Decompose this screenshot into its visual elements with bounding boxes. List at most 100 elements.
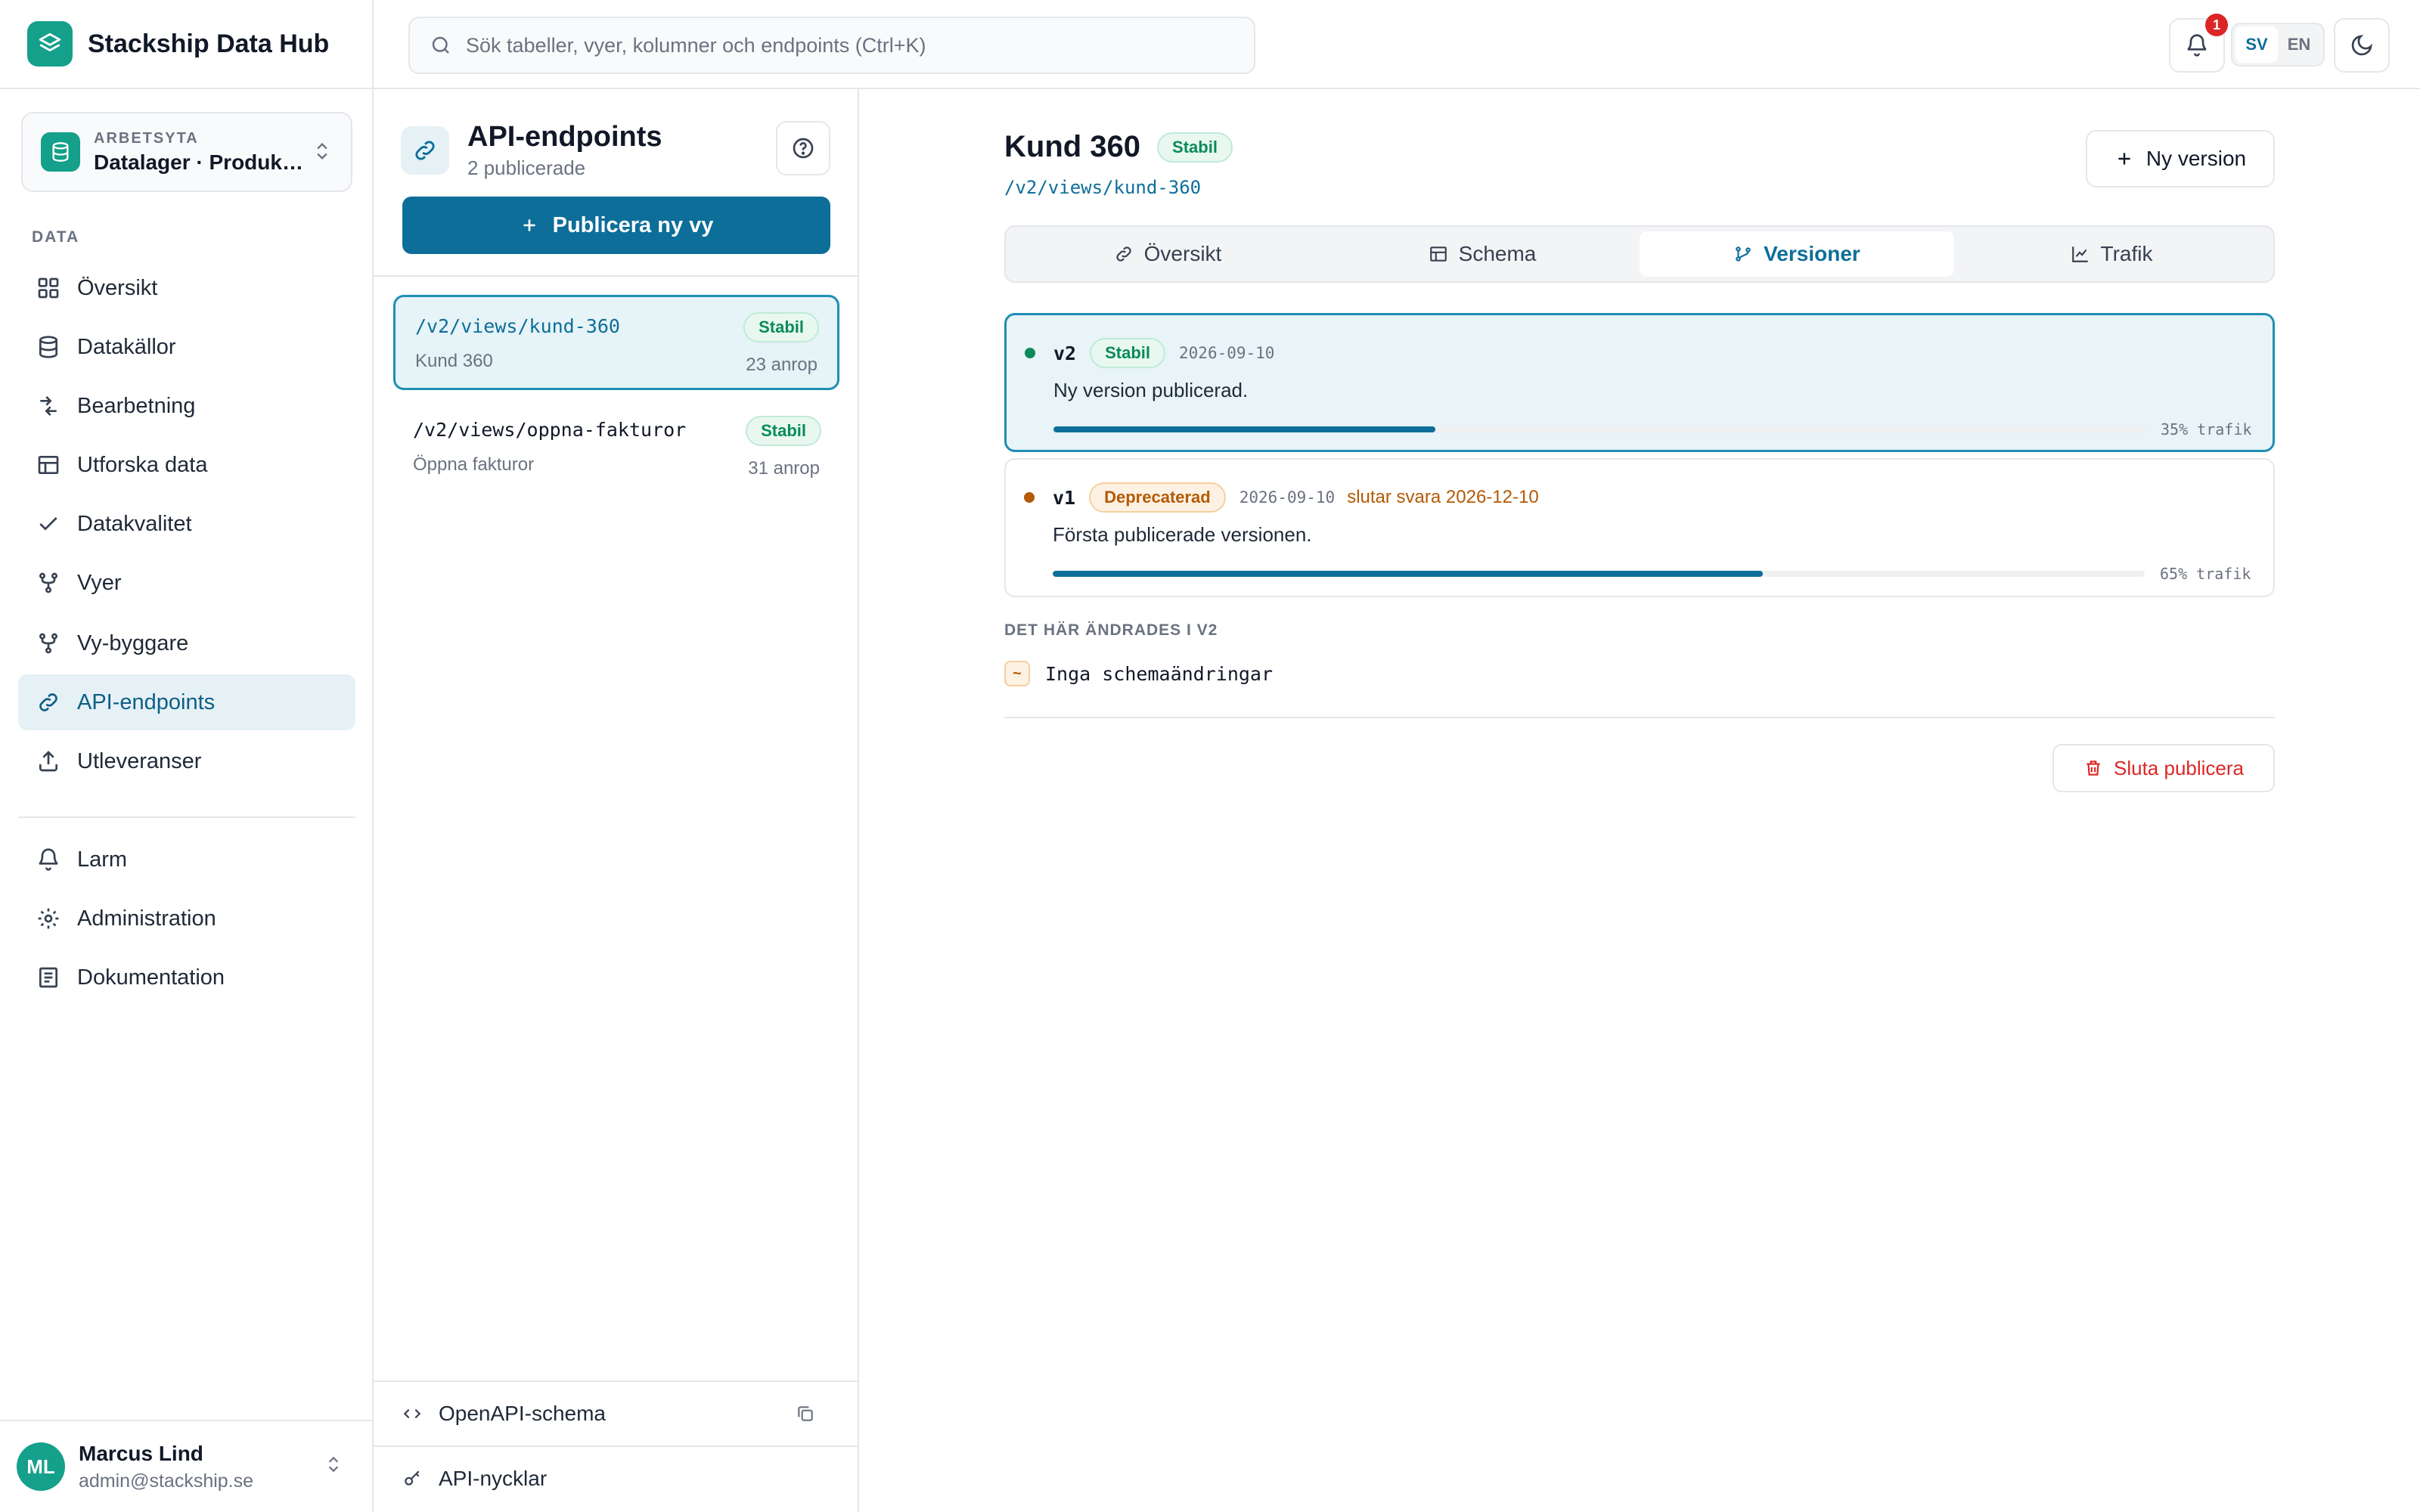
tab-trafik[interactable]: Trafik	[1954, 231, 2269, 277]
help-button[interactable]	[776, 121, 830, 175]
workspace-name: Datalager · Produktion	[94, 150, 306, 174]
language-sv-button[interactable]: SV	[2235, 26, 2278, 63]
sunset-notice: slutar svara 2026-12-10	[1347, 487, 1539, 507]
section-label-data: DATA	[32, 228, 80, 246]
bell-icon	[2187, 34, 2207, 57]
panel-divider	[374, 275, 858, 277]
sidebar-item-bearbetning[interactable]: Bearbetning	[18, 378, 355, 434]
change-type-badge: ~	[1004, 661, 1030, 686]
database-icon	[39, 336, 57, 358]
grid-icon	[38, 277, 59, 299]
sidebar-item-label: Larm	[77, 847, 128, 872]
tab-schema[interactable]: Schema	[1325, 231, 1640, 277]
sidebar-item-label: Vy-byggare	[77, 631, 189, 655]
tab-versioner[interactable]: Versioner	[1640, 231, 1954, 277]
code-icon	[403, 1408, 421, 1419]
avatar: ML	[17, 1442, 65, 1491]
changes-heading: DET HÄR ÄNDRADES I V2	[1004, 621, 1218, 639]
version-message: Ny version publicerad.	[1053, 379, 1249, 401]
endpoint-item[interactable]: /v2/views/kund-360 Kund 360 Stabil 23 an…	[393, 295, 839, 390]
publish-new-view-button[interactable]: Publicera ny vy	[402, 197, 830, 254]
status-dot	[1025, 348, 1035, 358]
api-keys-link[interactable]: API-nycklar	[374, 1445, 858, 1510]
user-email: admin@stackship.se	[79, 1470, 254, 1492]
endpoint-path: /v2/views/kund-360	[1004, 177, 1202, 198]
git-branch-icon	[1736, 246, 1751, 262]
workspace-switcher[interactable]: ARBETSYTA Datalager · Produktion	[21, 112, 352, 192]
traffic-bar	[1053, 426, 2145, 432]
version-label: v1	[1053, 486, 1076, 509]
version-card[interactable]: v1 Deprecaterad 2026-09-10 slutar svara …	[1004, 458, 2275, 597]
tab-label: Trafik	[2100, 242, 2153, 265]
traffic-bar-fill	[1053, 571, 1763, 577]
new-version-label: Ny version	[2145, 147, 2247, 170]
api-keys-label: API-nycklar	[439, 1467, 548, 1490]
new-version-button[interactable]: Ny version	[2086, 130, 2275, 187]
sidebar-item-utforska-data[interactable]: Utforska data	[18, 437, 355, 493]
sidebar-item-datakallor[interactable]: Datakällor	[18, 319, 355, 375]
key-icon	[405, 1470, 420, 1486]
detail-tabs: Översikt Schema Versioner Trafik	[1004, 225, 2275, 283]
user-menu[interactable]: ML Marcus Lind admin@stackship.se	[0, 1420, 374, 1512]
sidebar-item-label: Översikt	[77, 275, 158, 300]
sidebar-item-administration[interactable]: Administration	[18, 891, 355, 947]
status-badge: Stabil	[1157, 132, 1233, 163]
search-input[interactable]	[466, 33, 1222, 57]
tab-oversikt[interactable]: Översikt	[1010, 231, 1325, 277]
sidebar-item-label: Dokumentation	[77, 965, 225, 990]
sidebar-item-vy-byggare[interactable]: Vy-byggare	[18, 615, 355, 671]
version-card[interactable]: v2 Stabil 2026-09-10 Ny version publicer…	[1004, 313, 2275, 452]
sidebar-item-label: Bearbetning	[77, 393, 196, 418]
branch-icon	[39, 633, 57, 654]
copy-icon[interactable]	[796, 1404, 815, 1424]
search-box[interactable]	[408, 17, 1255, 74]
openapi-schema-link[interactable]: OpenAPI-schema	[374, 1380, 858, 1445]
sidebar-item-label: Vyer	[77, 570, 122, 595]
endpoint-item[interactable]: /v2/views/oppna-fakturor Öppna fakturor …	[393, 401, 839, 496]
endpoint-calls: 23 anrop	[746, 355, 818, 375]
theme-toggle-button[interactable]	[2334, 18, 2390, 73]
status-dot	[1024, 492, 1035, 503]
sidebar-item-dokumentation[interactable]: Dokumentation	[18, 950, 355, 1005]
plus-icon	[2118, 153, 2130, 165]
notification-count-badge: 1	[2205, 14, 2228, 36]
sidebar-item-larm[interactable]: Larm	[18, 832, 355, 888]
sidebar-item-utleveranser[interactable]: Utleveranser	[18, 733, 355, 789]
status-badge: Stabil	[1090, 338, 1166, 368]
sidebar-item-label: Datakvalitet	[77, 511, 192, 536]
sidebar-item-oversikt[interactable]: Översikt	[18, 260, 355, 316]
notifications-button[interactable]: 1	[2169, 14, 2228, 73]
sidebar-item-datakvalitet[interactable]: Datakvalitet	[18, 496, 355, 552]
language-en-button[interactable]: EN	[2278, 26, 2320, 63]
brand[interactable]: Stackship Data Hub	[0, 0, 372, 89]
moon-icon	[2351, 35, 2372, 56]
version-date: 2026-09-10	[1179, 344, 1275, 362]
app-name: Stackship Data Hub	[88, 29, 330, 58]
traffic-label: 65% trafik	[2160, 565, 2251, 583]
status-badge: Stabil	[743, 312, 819, 342]
sidebar-item-vyer[interactable]: Vyer	[18, 555, 355, 611]
topbar: 1 SV EN	[374, 0, 2420, 89]
table-icon	[1429, 246, 1447, 262]
sidebar-item-label: Utleveranser	[77, 748, 202, 773]
check-icon	[39, 517, 57, 531]
search-icon	[432, 36, 449, 54]
unpublish-button[interactable]: Sluta publicera	[2052, 744, 2275, 792]
sidebar-divider	[18, 816, 355, 818]
trash-icon	[2086, 761, 2100, 776]
traffic-label: 35% trafik	[2161, 420, 2252, 438]
chevron-updown-icon	[328, 1456, 339, 1473]
sidebar-item-api-endpoints[interactable]: API-endpoints	[18, 674, 355, 730]
tab-label: Versioner	[1764, 242, 1860, 265]
user-name: Marcus Lind	[79, 1441, 203, 1465]
database-icon	[41, 132, 80, 172]
status-badge: Deprecaterad	[1089, 482, 1226, 513]
bell-icon	[39, 848, 58, 871]
endpoint-calls: 31 anrop	[748, 458, 820, 479]
version-date: 2026-09-10	[1239, 488, 1336, 507]
endpoint-title: Kund 360	[1004, 130, 1141, 163]
tab-label: Översikt	[1143, 242, 1222, 265]
plus-icon	[523, 219, 535, 231]
detail-divider	[1004, 717, 2275, 718]
chevron-updown-icon	[317, 143, 327, 160]
